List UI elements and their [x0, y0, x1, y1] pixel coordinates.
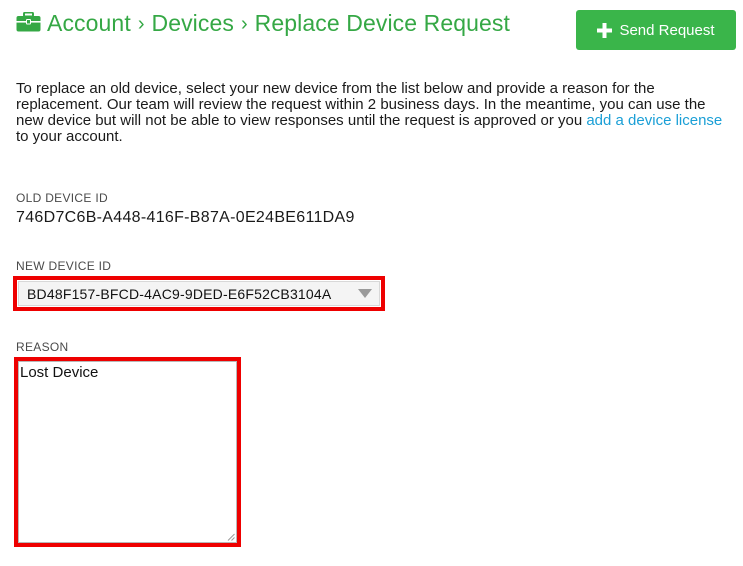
plus-icon — [597, 22, 613, 38]
page-title: Replace Device Request — [254, 9, 511, 36]
intro-text: To replace an old device, select your ne… — [16, 81, 728, 145]
breadcrumb-devices-link[interactable]: Devices — [151, 10, 234, 37]
new-device-select[interactable]: BD48F157-BFCD-4AC9-9DED-E6F52CB3104A — [18, 281, 380, 306]
breadcrumb: Account › Devices › Replace Device Reque… — [16, 8, 510, 38]
breadcrumb-account-link[interactable]: Account — [47, 10, 131, 37]
briefcase-icon — [16, 12, 41, 32]
intro-text-after: to your account. — [16, 128, 123, 145]
old-device-id-value: 746D7C6B-A448-416F-B87A-0E24BE611DA9 — [16, 209, 355, 226]
send-request-label: Send Request — [619, 21, 715, 39]
add-device-license-link[interactable]: add a device license — [586, 112, 722, 129]
resize-grip-icon[interactable] — [227, 533, 235, 541]
reason-textarea[interactable]: Lost Device — [18, 361, 237, 543]
new-device-selected-value: BD48F157-BFCD-4AC9-9DED-E6F52CB3104A — [27, 285, 332, 302]
reason-label: REASON — [16, 340, 69, 354]
caret-down-icon — [358, 289, 372, 298]
old-device-id-label: OLD DEVICE ID — [16, 191, 108, 205]
new-device-id-label: NEW DEVICE ID — [16, 259, 112, 273]
breadcrumb-separator: › — [241, 12, 248, 35]
send-request-button[interactable]: Send Request — [576, 10, 736, 50]
breadcrumb-separator: › — [137, 12, 145, 35]
